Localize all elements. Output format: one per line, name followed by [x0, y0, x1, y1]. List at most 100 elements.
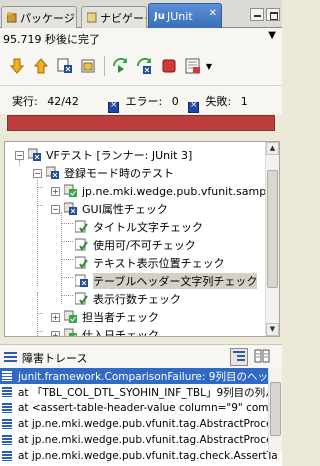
tree-item-row-count-check[interactable]: 表示行数チェック [75, 290, 181, 308]
compare-result-button[interactable] [254, 348, 272, 366]
stack-frame-icon [2, 403, 12, 413]
stack-frame-icon [2, 387, 12, 397]
tree-item-label: 表示行数チェック [93, 293, 181, 306]
test-suite-error-icon [46, 166, 59, 179]
tree-item-vf-test[interactable]: − VFテスト [ランナー: JUnit 3] [15, 146, 192, 164]
tab-junit[interactable]: Ju JUnit ✕ [148, 3, 222, 29]
expand-icon[interactable]: + [51, 312, 60, 322]
scrollbar-thumb[interactable] [267, 170, 278, 288]
stack-frame-icon [2, 419, 12, 429]
test-failed-icon [75, 274, 88, 287]
tree-item-enabled-check[interactable]: 使用可/不可チェック [75, 236, 196, 254]
test-ok-icon [75, 256, 88, 269]
test-progress-bar [7, 115, 275, 131]
arrow-down-icon [9, 58, 25, 74]
view-menu-icon[interactable]: ▼ [268, 30, 276, 41]
runs-value: 42/42 [47, 95, 79, 108]
maximize-icon[interactable] [266, 8, 280, 21]
junit-toolbar: ▼ [0, 48, 282, 86]
scroll-lock-button[interactable] [80, 57, 98, 75]
minimize-icon[interactable] [250, 8, 264, 21]
tree-item-label: テーブルヘッダー文字列チェック [93, 273, 258, 289]
scrollbar-thumb[interactable] [270, 382, 281, 436]
previous-failure-button[interactable] [32, 57, 50, 75]
failures-counter: 失敗: 1 [188, 93, 248, 113]
tree-vertical-scrollbar[interactable]: ▲ ▼ [265, 142, 279, 336]
tree-item-text-position-check[interactable]: テキスト表示位置チェック [75, 254, 225, 272]
close-icon[interactable]: ✕ [209, 8, 217, 19]
tree-item-person-check[interactable]: + 担当者チェック [51, 308, 159, 326]
tree-item-registration-mode[interactable]: − 登録モード時のテスト [33, 164, 174, 182]
tab-navigator[interactable]: ナビゲーター [81, 6, 147, 28]
tree-item-label: テキスト表示位置チェック [93, 257, 225, 270]
test-ok-icon [75, 238, 88, 251]
toolbar-separator [104, 56, 105, 76]
test-run-history-button[interactable] [184, 57, 202, 75]
trace-vertical-scrollbar[interactable] [268, 368, 282, 452]
runs-label: 実行: [12, 95, 38, 108]
expand-icon[interactable]: + [51, 186, 60, 196]
tree-item-label: 登録モード時のテスト [64, 167, 174, 180]
filter-stack-button[interactable] [230, 348, 248, 366]
trace-line[interactable]: junit.framework.ComparisonFailure: 9列目のヘ… [0, 368, 280, 384]
tree-item-purchase-date-check[interactable]: + 仕入日チェック [51, 326, 159, 337]
tree-item-title-text-check[interactable]: タイトル文字チェック [75, 218, 203, 236]
test-ok-icon [75, 292, 88, 305]
next-failure-button[interactable] [8, 57, 26, 75]
stack-trace-icon [4, 352, 17, 362]
history-dropdown-icon[interactable]: ▼ [204, 57, 214, 75]
failures-filter-icon [57, 58, 72, 73]
stack-frame-icon [2, 435, 12, 445]
test-suite-error-icon [28, 148, 41, 161]
failure-trace-header: 障害トレース [0, 344, 282, 368]
status-line: 95.719 秒後に完了 ▼ [0, 28, 282, 48]
tree-item-label: 仕入日チェック [82, 329, 159, 337]
filter-stack-icon [233, 351, 245, 361]
tree-item-sample-package[interactable]: + jp.ne.mki.wedge.pub.vfunit.sample [51, 182, 276, 200]
scroll-up-icon[interactable]: ▲ [266, 142, 279, 155]
scroll-lock-icon [81, 59, 95, 73]
test-suite-ok-icon [64, 310, 77, 323]
trace-line[interactable]: at <assert-table-header-value column="9"… [0, 400, 282, 416]
errors-value: 0 [171, 95, 179, 108]
collapse-icon[interactable]: − [15, 150, 24, 160]
failures-value: 1 [240, 95, 248, 108]
stack-frame-icon [2, 451, 12, 461]
collapse-icon[interactable]: − [33, 168, 42, 178]
rerun-test-button[interactable] [112, 57, 130, 75]
stop-button[interactable] [160, 57, 178, 75]
tree-item-gui-attribute-check[interactable]: − GUI属性チェック [51, 200, 168, 218]
runs-counter: 実行: 42/42 [12, 93, 79, 109]
tree-item-table-header-check[interactable]: テーブルヘッダー文字列チェック [75, 272, 258, 290]
tree-item-label: 使用可/不可チェック [93, 239, 196, 252]
show-failures-only-button[interactable] [56, 57, 74, 75]
package-explorer-icon [6, 12, 17, 23]
trace-line-text: at <assert-table-header-value column="9"… [18, 402, 282, 414]
error-icon [108, 100, 119, 113]
navigator-icon [86, 12, 97, 23]
compare-icon [254, 349, 270, 363]
trace-line[interactable]: at jp.ne.mki.wedge.pub.vfunit.tag.check.… [0, 448, 280, 464]
tab-label: JUnit [167, 10, 193, 23]
collapse-icon[interactable]: − [51, 204, 60, 214]
scroll-down-icon[interactable]: ▼ [266, 323, 279, 336]
failures-label: 失敗: [205, 95, 232, 108]
status-message: 95.719 秒後に完了 [3, 33, 100, 46]
rerun-failed-first-button[interactable] [136, 57, 154, 75]
stack-frame-icon [2, 371, 12, 381]
rerun-icon [112, 57, 127, 73]
trace-line-text: at jp.ne.mki.wedge.pub.vfunit.tag.Abstra… [18, 418, 278, 430]
tree-item-label: GUI属性チェック [82, 203, 168, 216]
trace-line-text: at 「TBL_COL_DTL_SYOHIN_INF_TBL」9列目の列ル [18, 386, 276, 399]
errors-counter: エラー: 0 [108, 93, 179, 113]
expand-icon[interactable]: + [51, 330, 60, 336]
trace-line[interactable]: at jp.ne.mki.wedge.pub.vfunit.tag.Abstra… [0, 416, 280, 432]
trace-line-text: at jp.ne.mki.wedge.pub.vfunit.tag.Abstra… [18, 434, 278, 446]
trace-line[interactable]: at 「TBL_COL_DTL_SYOHIN_INF_TBL」9列目の列ル [0, 384, 280, 400]
test-ok-icon [75, 220, 88, 233]
failure-icon [188, 100, 199, 113]
trace-line[interactable]: at jp.ne.mki.wedge.pub.vfunit.tag.Abstra… [0, 432, 280, 448]
errors-label: エラー: [125, 95, 163, 108]
tab-package-explorer[interactable]: パッケージ・… [1, 6, 77, 28]
trace-line-text: junit.framework.ComparisonFailure: 9列目のヘ… [18, 370, 279, 383]
